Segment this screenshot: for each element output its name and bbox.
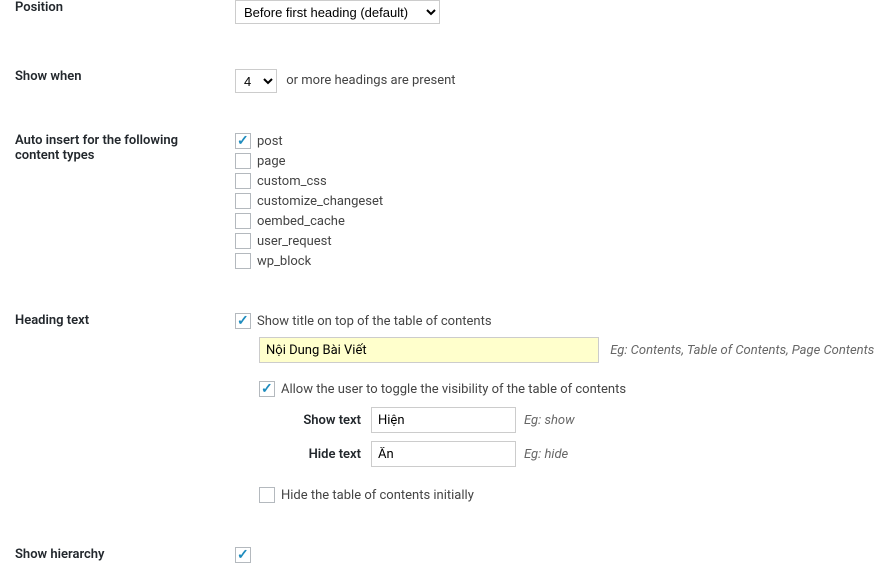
toggle-visibility-label[interactable]: Allow the user to toggle the visibility … [281, 382, 626, 397]
type-custom-css-label[interactable]: custom_css [257, 174, 327, 189]
type-custom-css-checkbox[interactable] [235, 173, 251, 189]
toggle-visibility-checkbox[interactable] [259, 381, 275, 397]
hide-initially-checkbox[interactable] [259, 487, 275, 503]
heading-text-label: Heading text [0, 303, 220, 338]
show-when-label: Show when [0, 59, 220, 94]
type-wp-block-checkbox[interactable] [235, 253, 251, 269]
show-title-checkbox[interactable] [235, 313, 251, 329]
hide-text-label: Hide text [283, 447, 361, 462]
show-hierarchy-checkbox[interactable] [235, 547, 251, 563]
auto-insert-types: post page custom_css customize_changeset… [220, 123, 893, 283]
show-text-input[interactable] [371, 407, 516, 433]
type-customize-changeset-label[interactable]: customize_changeset [257, 194, 383, 209]
show-title-label[interactable]: Show title on top of the table of conten… [257, 314, 492, 329]
hide-text-hint: Eg: hide [524, 447, 568, 462]
show-when-suffix: or more headings are present [286, 73, 455, 88]
hide-text-input[interactable] [371, 441, 516, 467]
type-oembed-cache-checkbox[interactable] [235, 213, 251, 229]
type-page-checkbox[interactable] [235, 153, 251, 169]
type-user-request-checkbox[interactable] [235, 233, 251, 249]
type-wp-block-label[interactable]: wp_block [257, 254, 311, 269]
title-input[interactable] [259, 337, 599, 363]
type-post-label[interactable]: post [257, 134, 283, 149]
show-hierarchy-label: Show hierarchy [0, 537, 220, 570]
auto-insert-label: Auto insert for the following content ty… [0, 123, 220, 173]
hide-initially-label[interactable]: Hide the table of contents initially [281, 488, 474, 503]
title-hint: Eg: Contents, Table of Contents, Page Co… [610, 343, 874, 358]
show-text-label: Show text [283, 413, 361, 428]
type-page-label[interactable]: page [257, 154, 286, 169]
type-post-checkbox[interactable] [235, 133, 251, 149]
type-oembed-cache-label[interactable]: oembed_cache [257, 214, 345, 229]
type-customize-changeset-checkbox[interactable] [235, 193, 251, 209]
position-select[interactable]: Before first heading (default) [235, 0, 440, 24]
show-when-select[interactable]: 4 [235, 69, 277, 93]
show-text-hint: Eg: show [524, 413, 575, 428]
type-user-request-label[interactable]: user_request [257, 234, 332, 249]
position-label: Position [0, 0, 220, 25]
